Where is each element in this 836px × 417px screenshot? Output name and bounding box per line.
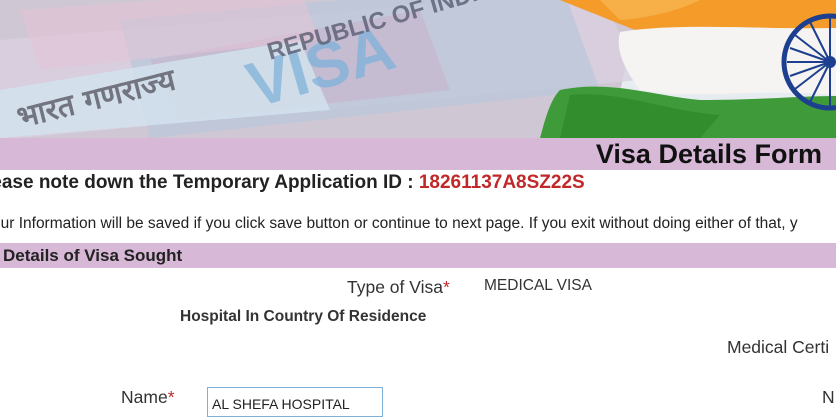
section-title: Details of Visa Sought [3,246,183,265]
type-of-visa-label: Type of Visa* [347,277,450,298]
banner-art: VISA REPUBLIC OF INDIA भारत गणराज्य [0,0,836,138]
hospital-heading: Hospital In Country Of Residence [180,308,427,325]
required-marker: * [167,387,175,407]
hospital-name-input[interactable] [207,387,383,417]
right-truncated-label: N [822,387,835,407]
name-label-text: Name [121,387,168,407]
type-of-visa-value: MEDICAL VISA [484,277,592,294]
section-header: Details of Visa Sought [0,243,836,268]
medical-certificate-label: Medical Certi [727,337,830,357]
title-bar: Visa Details Form [0,138,836,170]
temporary-id-value: 18261137A8SZ22S [418,172,585,193]
name-label: Name* [121,387,175,408]
type-of-visa-label-text: Type of Visa [347,277,443,297]
temporary-id-line: lease note down the Temporary Applicatio… [0,172,585,194]
save-notice: our Information will be saved if you cli… [0,215,798,232]
required-marker: * [443,277,450,297]
visa-banner: VISA REPUBLIC OF INDIA भारत गणराज्य [0,0,836,138]
temporary-id-label: lease note down the Temporary Applicatio… [0,172,414,193]
page-title: Visa Details Form [595,139,822,169]
